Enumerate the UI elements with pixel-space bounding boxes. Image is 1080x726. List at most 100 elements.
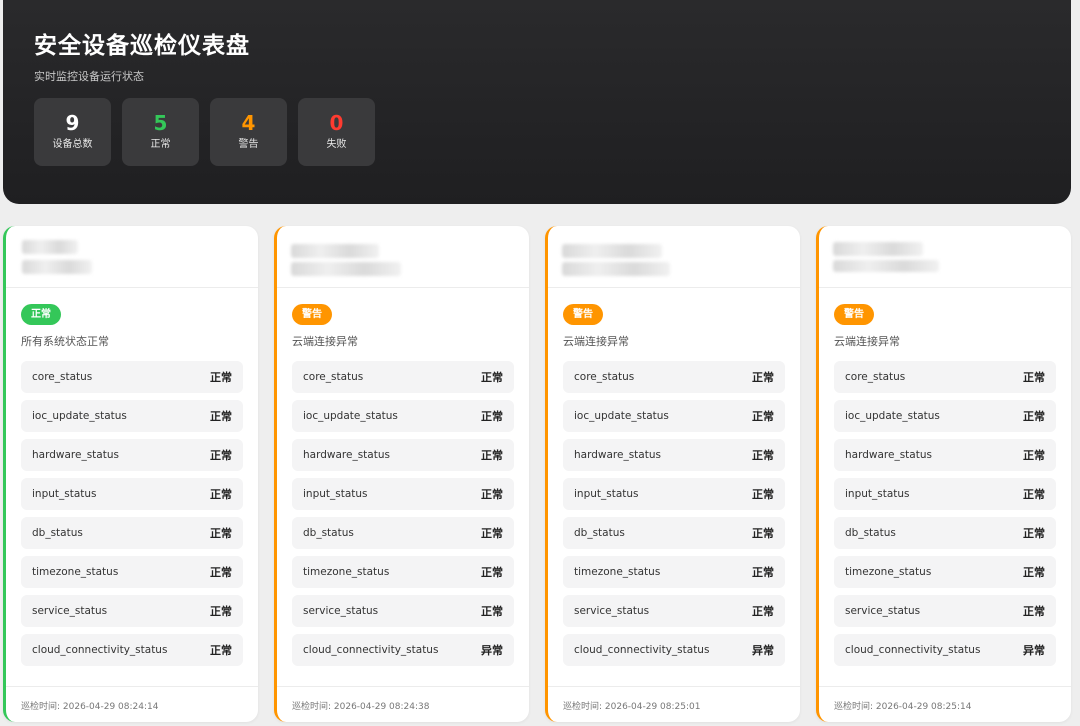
status-key: input_status	[574, 488, 639, 500]
status-row: hardware_status 正常	[834, 439, 1056, 471]
status-value: 正常	[481, 449, 503, 462]
status-summary: 云端连接异常	[563, 335, 629, 348]
status-key: input_status	[845, 488, 910, 500]
device-card-header	[277, 226, 529, 288]
status-value: 正常	[752, 410, 774, 423]
device-card[interactable]: 警告 云端连接异常 core_status 正常 ioc_update_statu…	[545, 226, 800, 722]
status-value: 正常	[210, 566, 232, 579]
status-key: ioc_update_status	[303, 410, 398, 422]
status-value: 正常	[210, 644, 232, 657]
device-card-header	[819, 226, 1071, 288]
status-value: 正常	[1023, 605, 1045, 618]
status-row: core_status 正常	[21, 361, 243, 393]
status-value: 正常	[752, 371, 774, 384]
status-value: 异常	[1023, 644, 1045, 657]
status-badge: 警告	[563, 304, 603, 325]
redacted-device-name	[562, 244, 662, 258]
status-row: cloud_connectivity_status 正常	[21, 634, 243, 666]
device-card-header	[6, 226, 258, 288]
redacted-device-ip	[562, 262, 670, 276]
status-key: service_status	[303, 605, 379, 617]
stat-warning: 4 警告	[210, 98, 287, 166]
status-row: service_status 正常	[21, 595, 243, 627]
device-card[interactable]: 警告 云端连接异常 core_status 正常 ioc_update_statu…	[816, 226, 1071, 722]
status-key: cloud_connectivity_status	[845, 644, 981, 656]
status-badge: 警告	[292, 304, 332, 325]
status-key: input_status	[303, 488, 368, 500]
status-value: 正常	[210, 527, 232, 540]
status-list: core_status 正常 ioc_update_status 正常 hardwa…	[834, 361, 1056, 666]
status-value: 正常	[752, 488, 774, 501]
redacted-device-ip	[291, 262, 401, 276]
status-value: 正常	[210, 410, 232, 423]
status-key: input_status	[32, 488, 97, 500]
redacted-device-ip	[833, 260, 939, 272]
status-key: service_status	[845, 605, 921, 617]
status-value: 正常	[481, 371, 503, 384]
status-row: ioc_update_status 正常	[292, 400, 514, 432]
status-key: timezone_status	[32, 566, 119, 578]
page-title: 安全设备巡检仪表盘	[34, 33, 250, 59]
status-row: input_status 正常	[21, 478, 243, 510]
status-row: hardware_status 正常	[563, 439, 785, 471]
status-key: db_status	[845, 527, 896, 539]
status-value: 正常	[210, 371, 232, 384]
redacted-device-name	[833, 242, 923, 256]
status-row: hardware_status 正常	[292, 439, 514, 471]
status-row: db_status 正常	[563, 517, 785, 549]
device-card[interactable]: 警告 云端连接异常 core_status 正常 ioc_update_statu…	[274, 226, 529, 722]
status-summary: 云端连接异常	[834, 335, 900, 348]
inspection-time: 巡检时间: 2026-04-29 08:25:01	[548, 686, 800, 722]
status-value: 异常	[481, 644, 503, 657]
status-key: hardware_status	[32, 449, 119, 461]
status-value: 正常	[752, 449, 774, 462]
device-card[interactable]: 正常 所有系统状态正常 core_status 正常 ioc_update_sta…	[3, 226, 258, 722]
status-key: db_status	[303, 527, 354, 539]
status-value: 正常	[752, 566, 774, 579]
status-row: service_status 正常	[563, 595, 785, 627]
status-value: 正常	[1023, 410, 1045, 423]
redacted-device-name	[291, 244, 379, 258]
status-key: core_status	[303, 371, 364, 383]
stat-failed-value: 0	[329, 111, 344, 135]
status-key: timezone_status	[845, 566, 932, 578]
stat-normal-label: 正常	[150, 139, 171, 150]
status-value: 正常	[210, 605, 232, 618]
status-key: timezone_status	[303, 566, 390, 578]
status-row: cloud_connectivity_status 异常	[834, 634, 1056, 666]
stat-total-label: 设备总数	[52, 139, 93, 150]
stat-normal: 5 正常	[122, 98, 199, 166]
status-row: db_status 正常	[292, 517, 514, 549]
status-value: 正常	[481, 488, 503, 501]
status-row: input_status 正常	[563, 478, 785, 510]
status-value: 正常	[481, 527, 503, 540]
status-key: db_status	[574, 527, 625, 539]
status-badge: 警告	[834, 304, 874, 325]
status-key: cloud_connectivity_status	[32, 644, 168, 656]
status-value: 正常	[1023, 449, 1045, 462]
status-list: core_status 正常 ioc_update_status 正常 hardwa…	[292, 361, 514, 666]
status-row: core_status 正常	[563, 361, 785, 393]
stat-total-value: 9	[65, 111, 80, 135]
stat-total: 9 设备总数	[34, 98, 111, 166]
status-row: db_status 正常	[21, 517, 243, 549]
status-value: 正常	[481, 410, 503, 423]
status-row: timezone_status 正常	[21, 556, 243, 588]
status-row: service_status 正常	[834, 595, 1056, 627]
status-value: 正常	[1023, 488, 1045, 501]
stat-warning-value: 4	[241, 111, 256, 135]
inspection-time: 巡检时间: 2026-04-29 08:24:14	[6, 686, 258, 722]
status-summary: 所有系统状态正常	[21, 335, 109, 348]
status-key: cloud_connectivity_status	[574, 644, 710, 656]
status-value: 正常	[752, 605, 774, 618]
status-row: ioc_update_status 正常	[834, 400, 1056, 432]
redacted-device-name	[22, 240, 78, 254]
status-row: timezone_status 正常	[563, 556, 785, 588]
status-key: core_status	[845, 371, 906, 383]
redacted-device-ip	[22, 260, 92, 274]
status-key: ioc_update_status	[574, 410, 669, 422]
status-key: timezone_status	[574, 566, 661, 578]
page-subtitle: 实时监控设备运行状态	[34, 70, 144, 83]
status-value: 正常	[481, 605, 503, 618]
inspection-time: 巡检时间: 2026-04-29 08:24:38	[277, 686, 529, 722]
